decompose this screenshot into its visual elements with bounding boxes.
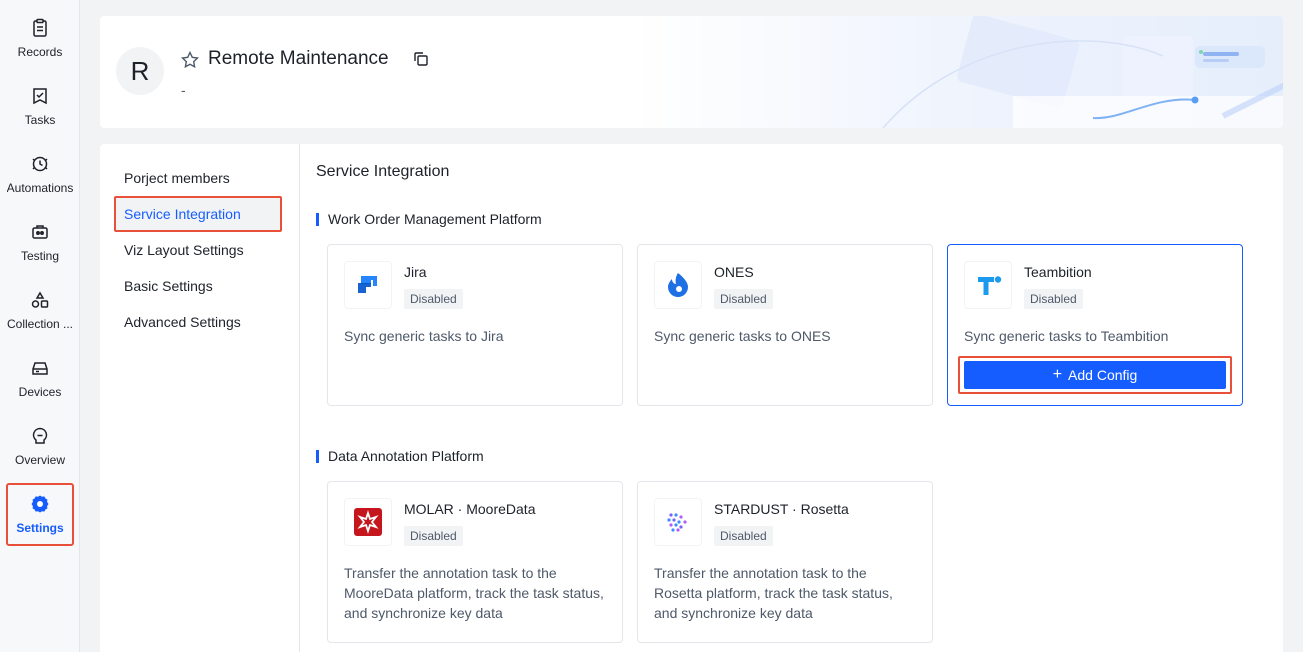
molar-logo-icon bbox=[344, 498, 392, 546]
page-title: Remote Maintenance bbox=[208, 48, 389, 69]
card-name: Jira bbox=[404, 264, 427, 280]
rail-item-testing[interactable]: Testing bbox=[0, 211, 80, 273]
nav-item-advanced-settings[interactable]: Advanced Settings bbox=[114, 304, 282, 340]
nav-item-basic-settings[interactable]: Basic Settings bbox=[114, 268, 282, 304]
ones-logo-icon bbox=[654, 261, 702, 309]
left-rail: Records Tasks Automations Testing Collec… bbox=[0, 0, 80, 652]
status-badge: Disabled bbox=[714, 526, 773, 546]
integration-card-jira[interactable]: Jira Disabled Sync generic tasks to Jira bbox=[327, 244, 623, 406]
section-title: Service Integration bbox=[316, 163, 450, 180]
integration-card-ones[interactable]: ONES Disabled Sync generic tasks to ONES bbox=[637, 244, 933, 406]
clipboard-icon bbox=[29, 17, 51, 39]
rail-item-collection[interactable]: Collection ... bbox=[0, 279, 80, 341]
status-badge: Disabled bbox=[404, 526, 463, 546]
rail-item-devices[interactable]: Devices bbox=[0, 347, 80, 409]
card-description: Sync generic tasks to ONES bbox=[654, 328, 831, 344]
card-description: Sync generic tasks to Jira bbox=[344, 328, 504, 344]
nav-item-viz-layout-settings[interactable]: Viz Layout Settings bbox=[114, 232, 282, 268]
jira-logo-icon bbox=[344, 261, 392, 309]
card-name: Teambition bbox=[1024, 264, 1092, 280]
star-icon[interactable] bbox=[180, 50, 200, 70]
status-badge: Disabled bbox=[404, 289, 463, 309]
rail-label: Automations bbox=[6, 181, 74, 195]
group-title-work-order: Work Order Management Platform bbox=[316, 211, 542, 227]
rail-item-tasks[interactable]: Tasks bbox=[0, 75, 80, 137]
rail-label: Testing bbox=[20, 249, 60, 263]
rail-item-overview[interactable]: Overview bbox=[0, 415, 80, 477]
settings-nav: Porject members Service Integration Viz … bbox=[100, 144, 300, 652]
overview-icon bbox=[29, 425, 51, 447]
status-badge: Disabled bbox=[1024, 289, 1083, 309]
teambition-logo-icon bbox=[964, 261, 1012, 309]
collection-icon bbox=[29, 289, 51, 311]
rail-label: Collection ... bbox=[6, 317, 74, 331]
task-flag-icon bbox=[29, 85, 51, 107]
card-name: ONES bbox=[714, 264, 754, 280]
copy-icon[interactable] bbox=[412, 50, 430, 68]
rail-item-records[interactable]: Records bbox=[0, 7, 80, 69]
integration-card-molar[interactable]: MOLAR · MooreData Disabled Transfer the … bbox=[327, 481, 623, 643]
card-description: Transfer the annotation task to the Rose… bbox=[654, 565, 893, 621]
settings-highlight-box bbox=[6, 483, 74, 546]
add-config-button[interactable]: + Add Config bbox=[964, 361, 1226, 389]
device-icon bbox=[29, 357, 51, 379]
rail-label: Devices bbox=[18, 385, 62, 399]
stardust-logo-icon bbox=[654, 498, 702, 546]
avatar: R bbox=[116, 47, 164, 95]
integration-card-stardust[interactable]: STARDUST · Rosetta Disabled Transfer the… bbox=[637, 481, 933, 643]
testing-icon bbox=[29, 221, 51, 243]
nav-item-service-integration[interactable]: Service Integration bbox=[114, 196, 282, 232]
rail-label: Records bbox=[17, 45, 63, 59]
group-title-data-annotation: Data Annotation Platform bbox=[316, 448, 484, 464]
rail-label: Tasks bbox=[24, 113, 56, 127]
card-description: Transfer the annotation task to the Moor… bbox=[344, 565, 604, 621]
integration-card-teambition[interactable]: Teambition Disabled Sync generic tasks t… bbox=[947, 244, 1243, 406]
rail-label: Overview bbox=[14, 453, 65, 467]
add-config-label: Add Config bbox=[1068, 367, 1138, 383]
banner-illustration bbox=[882, 16, 1283, 128]
project-subtitle: - bbox=[181, 82, 186, 98]
project-header: R Remote Maintenance - bbox=[100, 16, 1283, 128]
card-description: Sync generic tasks to Teambition bbox=[964, 328, 1169, 344]
automation-icon bbox=[29, 153, 51, 175]
plus-icon: + bbox=[1052, 366, 1063, 383]
main-panel: Porject members Service Integration Viz … bbox=[100, 144, 1283, 652]
card-name: STARDUST · Rosetta bbox=[714, 501, 849, 517]
status-badge: Disabled bbox=[714, 289, 773, 309]
rail-item-automations[interactable]: Automations bbox=[0, 143, 80, 205]
card-name: MOLAR · MooreData bbox=[404, 501, 536, 517]
nav-item-project-members[interactable]: Porject members bbox=[114, 160, 282, 196]
